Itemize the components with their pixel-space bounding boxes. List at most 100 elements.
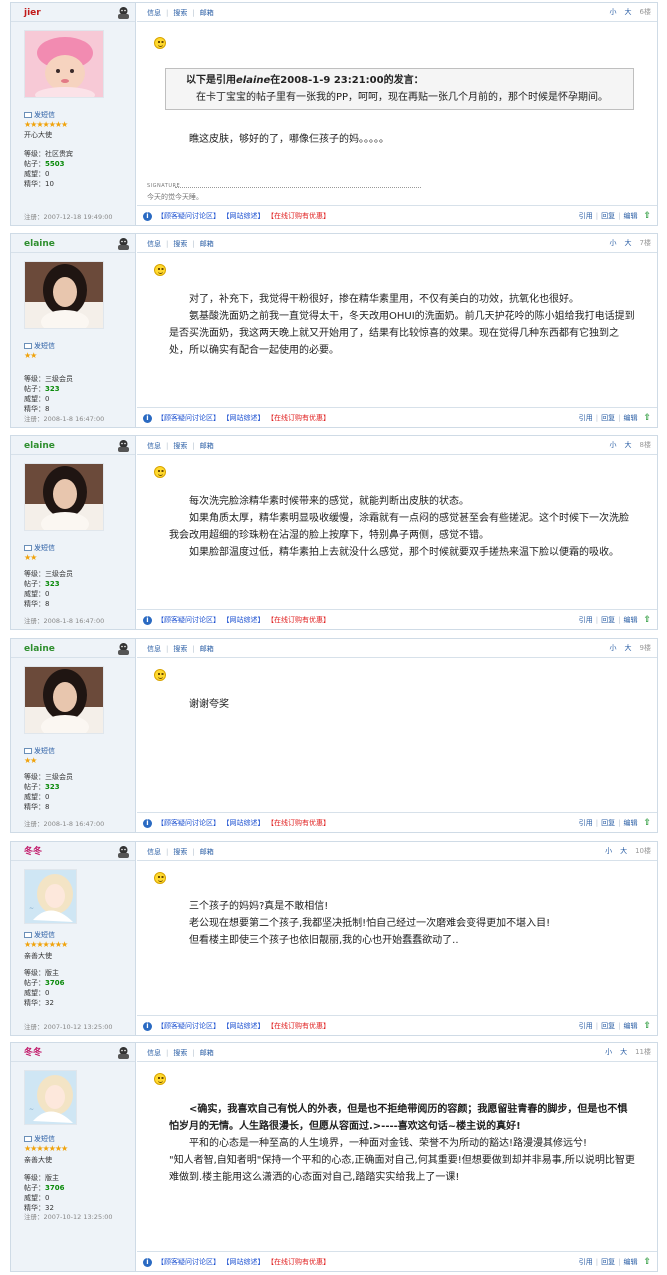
overview-link[interactable]: 【网站综述】	[226, 1258, 265, 1266]
send-message-link[interactable]: 发短信	[24, 930, 55, 940]
username[interactable]: jier	[24, 8, 41, 18]
avatar[interactable]	[24, 666, 104, 734]
reply-button[interactable]: 回复	[601, 414, 615, 422]
font-small-link[interactable]: 小	[610, 8, 617, 16]
info-link[interactable]: 信息	[147, 240, 161, 248]
overview-link[interactable]: 【网站综述】	[226, 212, 265, 220]
order-link[interactable]: 【在线订购有优惠】	[271, 414, 331, 422]
search-link[interactable]: 搜索	[173, 240, 187, 248]
edit-button[interactable]: 编辑	[623, 414, 637, 422]
quote-button[interactable]: 引用	[579, 819, 593, 827]
username[interactable]: elaine	[24, 644, 55, 654]
font-large-link[interactable]: 大	[625, 441, 632, 449]
username[interactable]: elaine	[24, 441, 55, 451]
username[interactable]: 冬冬	[24, 1048, 42, 1058]
scroll-top-icon[interactable]: ⇧	[643, 813, 651, 833]
edit-button[interactable]: 编辑	[623, 616, 637, 624]
send-message-link[interactable]: 发短信	[24, 1134, 55, 1144]
reply-button[interactable]: 回复	[601, 212, 615, 220]
quote-button[interactable]: 引用	[579, 1022, 593, 1030]
font-large-link[interactable]: 大	[620, 847, 627, 855]
quote-button[interactable]: 引用	[579, 1258, 593, 1266]
mail-link[interactable]: 邮箱	[200, 645, 214, 653]
info-link[interactable]: 信息	[147, 442, 161, 450]
faq-link[interactable]: 【顾客疑问讨论区】	[157, 819, 220, 827]
username-row: 冬冬	[11, 1043, 135, 1062]
order-link[interactable]: 【在线订购有优惠】	[271, 616, 331, 624]
rank-stars: ★★	[24, 553, 37, 562]
avatar[interactable]	[24, 30, 104, 98]
quote-button[interactable]: 引用	[579, 414, 593, 422]
quote-button[interactable]: 引用	[579, 616, 593, 624]
overview-link[interactable]: 【网站综述】	[226, 414, 265, 422]
scroll-top-icon[interactable]: ⇧	[643, 610, 651, 630]
posts-label: 帖子：	[24, 385, 45, 393]
order-link[interactable]: 【在线订购有优惠】	[271, 1022, 331, 1030]
font-large-link[interactable]: 大	[625, 8, 632, 16]
reply-button[interactable]: 回复	[601, 1022, 615, 1030]
send-message-link[interactable]: 发短信	[24, 341, 55, 351]
username[interactable]: 冬冬	[24, 847, 42, 857]
avatar[interactable]	[24, 261, 104, 329]
send-message-link[interactable]: 发短信	[24, 543, 55, 553]
scroll-top-icon[interactable]: ⇧	[643, 1252, 651, 1272]
font-large-link[interactable]: 大	[625, 239, 632, 247]
order-link[interactable]: 【在线订购有优惠】	[271, 819, 331, 827]
font-small-link[interactable]: 小	[610, 644, 617, 652]
scroll-top-icon[interactable]: ⇧	[643, 1016, 651, 1036]
avatar[interactable]	[24, 463, 104, 531]
mail-link[interactable]: 邮箱	[200, 240, 214, 248]
search-link[interactable]: 搜索	[173, 848, 187, 856]
font-small-link[interactable]: 小	[605, 1048, 612, 1056]
search-link[interactable]: 搜索	[173, 9, 187, 17]
font-large-link[interactable]: 大	[620, 1048, 627, 1056]
avatar[interactable]: ~	[24, 1070, 77, 1125]
overview-link[interactable]: 【网站综述】	[226, 616, 265, 624]
edit-button[interactable]: 编辑	[623, 212, 637, 220]
faq-link[interactable]: 【顾客疑问讨论区】	[157, 414, 220, 422]
reply-button[interactable]: 回复	[601, 819, 615, 827]
edit-button[interactable]: 编辑	[623, 1258, 637, 1266]
font-small-link[interactable]: 小	[610, 239, 617, 247]
send-message-link[interactable]: 发短信	[24, 746, 55, 756]
info-link[interactable]: 信息	[147, 848, 161, 856]
order-link[interactable]: 【在线订购有优惠】	[271, 1258, 331, 1266]
info-link[interactable]: 信息	[147, 645, 161, 653]
faq-link[interactable]: 【顾客疑问讨论区】	[157, 1258, 220, 1266]
scroll-top-icon[interactable]: ⇧	[643, 408, 651, 428]
send-message-link[interactable]: 发短信	[24, 110, 55, 120]
level-value: 三级会员	[45, 773, 73, 781]
reg-value: 2007-10-12 13:25:00	[43, 1213, 113, 1221]
search-link[interactable]: 搜索	[173, 645, 187, 653]
search-link[interactable]: 搜索	[173, 442, 187, 450]
info-link[interactable]: 信息	[147, 1049, 161, 1057]
font-small-link[interactable]: 小	[610, 441, 617, 449]
reply-button[interactable]: 回复	[601, 616, 615, 624]
prestige-label: 威望：	[24, 590, 45, 598]
faq-link[interactable]: 【顾客疑问讨论区】	[157, 212, 220, 220]
font-small-link[interactable]: 小	[605, 847, 612, 855]
send-message-label: 发短信	[34, 747, 55, 755]
mail-link[interactable]: 邮箱	[200, 442, 214, 450]
faq-link[interactable]: 【顾客疑问讨论区】	[157, 616, 220, 624]
edit-button[interactable]: 编辑	[623, 1022, 637, 1030]
overview-link[interactable]: 【网站综述】	[226, 819, 265, 827]
reply-button[interactable]: 回复	[601, 1258, 615, 1266]
scroll-top-icon[interactable]: ⇧	[643, 206, 651, 226]
avatar[interactable]: ~	[24, 869, 77, 924]
mail-link[interactable]: 邮箱	[200, 1049, 214, 1057]
overview-link[interactable]: 【网站综述】	[226, 1022, 265, 1030]
info-link[interactable]: 信息	[147, 9, 161, 17]
reg-value: 2008-1-8 16:47:00	[43, 617, 105, 625]
username[interactable]: elaine	[24, 239, 55, 249]
faq-link[interactable]: 【顾客疑问讨论区】	[157, 1022, 220, 1030]
mail-link[interactable]: 邮箱	[200, 848, 214, 856]
paragraph: 氨基酸洗面奶之前我一直觉得太干，冬天改用OHUI的洗面奶。前几天护花呤的陈小姐给…	[169, 311, 635, 356]
quote-button[interactable]: 引用	[579, 212, 593, 220]
edit-button[interactable]: 编辑	[623, 819, 637, 827]
search-link[interactable]: 搜索	[173, 1049, 187, 1057]
order-link[interactable]: 【在线订购有优惠】	[271, 212, 331, 220]
mail-link[interactable]: 邮箱	[200, 9, 214, 17]
prestige-value: 0	[45, 590, 50, 598]
font-large-link[interactable]: 大	[625, 644, 632, 652]
